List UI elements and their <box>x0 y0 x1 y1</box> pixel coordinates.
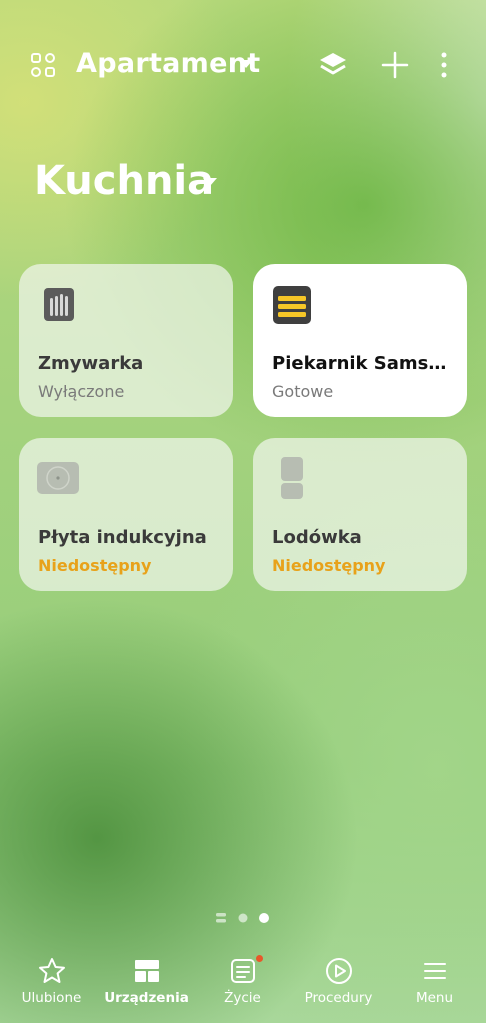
tab-routines[interactable]: Procedury <box>290 950 387 1006</box>
life-icon <box>230 959 255 983</box>
fridge-icon <box>281 457 303 499</box>
device-card-oven[interactable]: Piekarnik Samsu… Gotowe <box>253 264 467 417</box>
tab-label: Urządzenia <box>104 990 189 1006</box>
devices-icon <box>134 960 159 982</box>
notification-dot <box>256 955 263 962</box>
home-selector[interactable]: Apartament <box>76 48 260 79</box>
device-status: Niedostępny <box>38 556 152 575</box>
tab-label: Menu <box>415 990 454 1006</box>
tab-life[interactable]: Życie <box>194 950 291 1006</box>
chevron-down-icon[interactable] <box>238 58 254 70</box>
star-icon <box>38 958 65 983</box>
chevron-down-icon[interactable] <box>202 176 218 188</box>
device-card-dishwasher[interactable]: Zmywarka Wyłączone <box>19 264 233 417</box>
more-vertical-icon[interactable] <box>436 51 452 79</box>
device-status: Gotowe <box>272 382 334 401</box>
home-grid-icon[interactable] <box>30 52 56 78</box>
tab-label: Ulubione <box>21 990 82 1006</box>
menu-icon <box>423 963 446 979</box>
layers-icon[interactable] <box>318 50 348 80</box>
device-name: Lodówka <box>272 527 362 548</box>
device-name: Zmywarka <box>38 353 144 374</box>
device-name: Płyta indukcyjna <box>38 527 207 548</box>
tab-menu[interactable]: Menu <box>386 950 483 1006</box>
top-bar: Apartament <box>0 38 486 94</box>
dishwasher-icon <box>44 288 74 321</box>
tab-favorites[interactable]: Ulubione <box>3 950 100 1006</box>
tab-label: Życie <box>224 990 261 1006</box>
device-status: Niedostępny <box>272 556 386 575</box>
device-status: Wyłączone <box>38 382 125 401</box>
device-card-fridge[interactable]: Lodówka Niedostępny <box>253 438 467 591</box>
room-selector[interactable]: Kuchnia <box>34 158 217 204</box>
device-card-cooktop[interactable]: Płyta indukcyjna Niedostępny <box>19 438 233 591</box>
room-title[interactable]: Kuchnia <box>34 158 214 204</box>
device-name: Piekarnik Samsu… <box>272 353 456 374</box>
cooktop-icon <box>37 462 79 494</box>
page-indicator[interactable] <box>214 911 274 925</box>
tab-label: Procedury <box>304 990 373 1006</box>
play-circle-icon <box>325 958 352 984</box>
plus-icon[interactable] <box>381 51 409 79</box>
oven-icon <box>273 286 311 324</box>
bottom-nav: Ulubione Urządzenia Życie Procedury Menu <box>0 950 486 1023</box>
tab-devices[interactable]: Urządzenia <box>98 950 195 1006</box>
